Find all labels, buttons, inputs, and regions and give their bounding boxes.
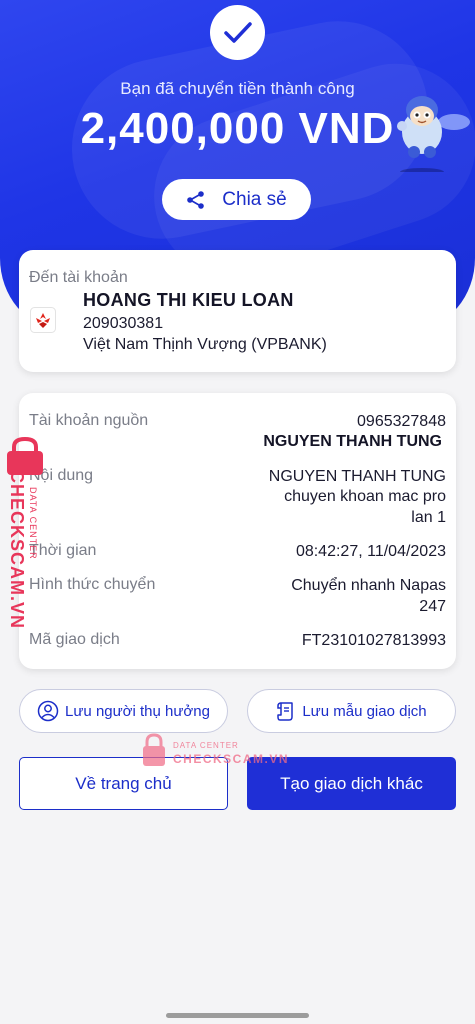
watermark-sub: DATA CENTER <box>28 487 38 560</box>
save-beneficiary-label: Lưu người thụ hưởng <box>65 702 210 720</box>
watermark-lock-icon <box>143 733 165 766</box>
transaction-id-label: Mã giao dịch <box>29 631 120 648</box>
time-value: 08:42:27, 11/04/2023 <box>295 543 446 560</box>
save-template-label: Lưu mẫu giao dịch <box>302 702 427 720</box>
save-beneficiary-button[interactable]: Lưu người thụ hưởng <box>19 689 228 733</box>
share-button[interactable]: Chia sẻ <box>162 179 311 220</box>
beneficiary-bank: Việt Nam Thịnh Vượng (VPBANK) <box>83 336 327 353</box>
user-circle-icon <box>37 700 59 722</box>
success-check-icon <box>210 5 265 60</box>
source-account-label: Tài khoản nguồn <box>29 412 149 429</box>
home-indicator[interactable] <box>166 1013 309 1018</box>
content-line-3: lan 1 <box>411 509 446 526</box>
watermark-brand: CHECKSCAM.VN <box>7 470 27 630</box>
share-label: Chia sẻ <box>222 188 287 210</box>
content-line-1: NGUYEN THANH TUNG <box>268 468 446 485</box>
watermark-brand: CHECKSCAM.VN <box>173 752 290 766</box>
method-line-1: Chuyển nhanh Napas <box>291 577 446 594</box>
mascot-icon <box>397 96 470 172</box>
method-line-2: 247 <box>419 598 446 615</box>
method-label: Hình thức chuyển <box>29 576 156 593</box>
transaction-details-card: Tài khoản nguồn 0965327848 NGUYEN THANH … <box>19 393 456 669</box>
source-account-name: NGUYEN THANH TUNG <box>263 433 442 450</box>
destination-label: Đến tài khoản <box>29 269 128 286</box>
destination-card: Đến tài khoản HOANG THI KIEU LOAN 209030… <box>19 250 456 372</box>
beneficiary-name: HOANG THI KIEU LOAN <box>83 290 294 310</box>
source-account-number: 0965327848 <box>357 413 446 430</box>
beneficiary-account: 209030381 <box>83 315 164 332</box>
watermark-sub: DATA CENTER <box>173 741 239 750</box>
save-template-button[interactable]: Lưu mẫu giao dịch <box>247 689 456 733</box>
share-icon <box>187 190 205 209</box>
receipt-icon <box>277 702 294 721</box>
time-label: Thời gian <box>29 542 97 559</box>
vpbank-logo-icon <box>30 307 56 333</box>
content-line-2: chuyen khoan mac pro <box>284 488 446 505</box>
transaction-id-value: FT23101027813993 <box>301 632 446 649</box>
